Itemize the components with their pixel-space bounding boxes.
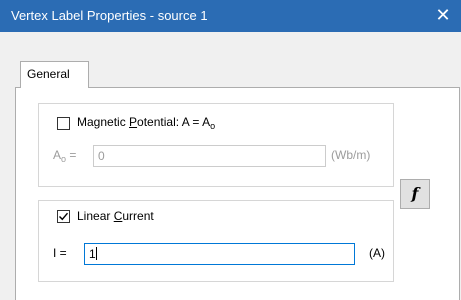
tab-general[interactable]: General xyxy=(20,61,89,88)
title-bar: Vertex Label Properties - source 1 ✕ xyxy=(0,0,461,32)
magnetic-potential-label[interactable]: Magnetic Potential: A = Ao xyxy=(77,115,216,131)
current-unit: (A) xyxy=(369,246,385,260)
current-input[interactable]: 1 xyxy=(84,243,355,265)
a0-label-subscript: o xyxy=(61,154,67,164)
magnetic-label-subscript: o xyxy=(210,121,216,131)
magnetic-label-part2: otential: A = A xyxy=(137,115,211,129)
magnetic-label-part1: Magnetic xyxy=(77,115,130,129)
magnetic-potential-checkbox[interactable] xyxy=(57,117,70,130)
a0-input[interactable]: 0 xyxy=(93,145,326,167)
current-input-value: 1 xyxy=(89,247,96,261)
tab-general-label: General xyxy=(27,67,70,81)
linear-current-checkbox[interactable] xyxy=(57,210,70,223)
a0-input-value: 0 xyxy=(98,149,105,163)
linear-label-part1: Linear xyxy=(77,209,114,223)
a0-label-main: A xyxy=(53,148,62,162)
linear-current-label[interactable]: Linear Current xyxy=(77,209,154,223)
magnetic-label-mnemonic: P xyxy=(129,115,138,129)
a0-field-label: Ao = xyxy=(53,148,77,164)
linear-label-part2: urrent xyxy=(122,209,154,223)
window-title: Vertex Label Properties - source 1 xyxy=(11,8,208,23)
checkmark-icon xyxy=(59,212,69,221)
function-button[interactable]: f xyxy=(400,179,430,209)
a0-label-equals: = xyxy=(66,148,77,162)
text-caret xyxy=(95,247,97,260)
a0-unit: (Wb/m) xyxy=(331,148,371,162)
current-field-label: I = xyxy=(53,246,67,260)
close-button[interactable]: ✕ xyxy=(425,0,461,32)
close-icon: ✕ xyxy=(435,5,451,25)
